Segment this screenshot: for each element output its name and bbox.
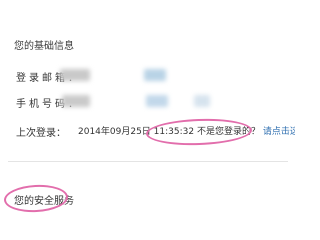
phone-redacted-part-3 xyxy=(194,95,210,107)
highlight-circle-login xyxy=(145,117,253,147)
section-divider xyxy=(8,161,288,162)
basic-info-title: 您的基础信息 xyxy=(14,41,74,52)
click-here-link[interactable]: 请点击这里 xyxy=(263,127,295,137)
account-info-page: 您的基础信息 登录邮箱： 手机号码： 上次登录： 2014年09月25日 11:… xyxy=(0,0,295,221)
phone-redacted-part-2 xyxy=(146,95,168,107)
last-login-label: 上次登录： xyxy=(16,128,66,139)
email-redacted-part-1 xyxy=(60,69,90,81)
email-redacted-part-2 xyxy=(144,69,166,81)
phone-redacted-part-1 xyxy=(62,95,90,107)
watermark xyxy=(201,1,293,15)
highlight-circle-security xyxy=(3,183,69,214)
